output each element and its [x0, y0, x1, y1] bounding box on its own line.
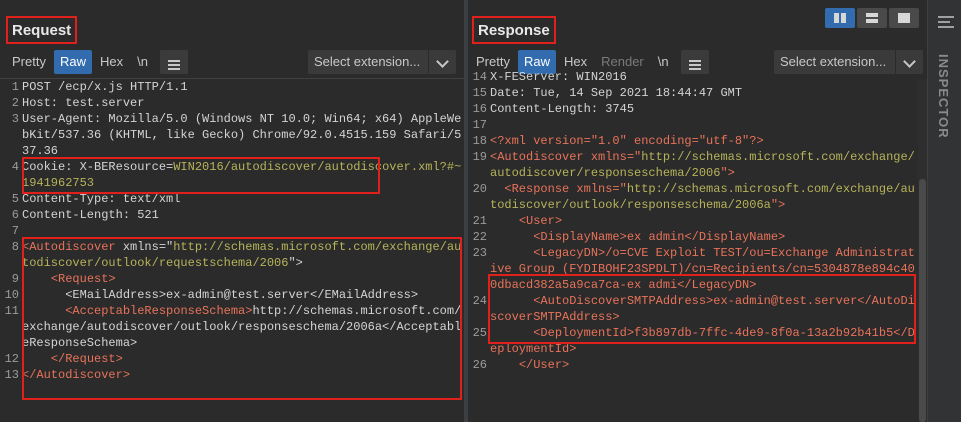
hamburger-icon	[688, 60, 701, 62]
code-line: 22 <DisplayName>ex admin</DisplayName>	[472, 230, 786, 244]
code-line: 7	[11, 224, 19, 238]
tab-pretty[interactable]: Pretty	[6, 50, 52, 74]
code-line: 25 <DeploymentId>f3b897db-7ffc-4de9-8f0a…	[472, 326, 915, 356]
response-pane: Response Pretty Raw Hex Render \n Select…	[468, 0, 927, 422]
request-editor[interactable]: 1 POST /ecp/x.js HTTP/1.1 2 Host: test.ser…	[0, 79, 462, 383]
chevron-down-icon[interactable]	[428, 50, 456, 74]
code-line: 23 <LegacyDN>/o=CVE Exploit TEST/ou=Exch…	[472, 246, 915, 292]
code-line: 21 <User>	[472, 214, 563, 228]
code-line: 5 Content-Type: text/xml	[11, 192, 181, 206]
window-icon	[898, 13, 910, 23]
code-line: 12 </Request>	[4, 352, 123, 366]
stacked-layout-button[interactable]	[857, 8, 887, 28]
scrollbar-thumb[interactable]	[919, 179, 926, 422]
layout-toggle-group	[825, 8, 921, 28]
columns-icon	[841, 13, 846, 23]
code-line: 20 <Response xmlns="http://schemas.micro…	[472, 182, 915, 212]
tab-hex[interactable]: Hex	[94, 50, 129, 74]
code-line: 11 <AcceptableResponseSchema>http://sche…	[4, 304, 462, 350]
extension-select-label: Select extension...	[314, 54, 421, 69]
code-line: 15 Date: Tue, 14 Sep 2021 18:44:47 GMT	[472, 86, 743, 100]
request-pane: Request Pretty Raw Hex \n Select extensi…	[0, 0, 464, 422]
request-view-tabs: Pretty Raw Hex \n	[6, 50, 190, 74]
side-by-side-layout-button[interactable]	[825, 8, 855, 28]
response-title: Response	[472, 16, 556, 44]
tab-newline-toggle[interactable]: \n	[131, 50, 154, 74]
inspector-label[interactable]: INSPECTOR	[936, 54, 951, 139]
code-line: 13 </Autodiscover>	[4, 368, 131, 382]
code-line: 14 X-FEServer: WIN2016	[472, 70, 627, 84]
rows-icon	[866, 13, 878, 17]
request-menu-button[interactable]	[159, 50, 188, 74]
inspector-panel[interactable]: INSPECTOR	[927, 0, 961, 422]
inspector-menu-icon[interactable]	[938, 16, 954, 28]
code-line: 17	[472, 118, 487, 132]
code-line: 24 <AutoDiscoverSMTPAddress>ex-admin@tes…	[472, 294, 915, 324]
hamburger-icon	[167, 60, 180, 62]
response-editor[interactable]: 14 X-FEServer: WIN2016 15 Date: Tue, 14 Se…	[468, 69, 916, 373]
code-line: 8 <Autodiscover xmlns="http://schemas.mic…	[11, 240, 462, 270]
rows-icon	[866, 19, 878, 23]
code-line: 16 Content-Length: 3745	[472, 102, 635, 116]
code-line: 18 <?xml version="1.0" encoding="utf-8"?>	[472, 134, 764, 148]
code-line: 9 <Request>	[11, 272, 116, 286]
columns-icon	[834, 13, 839, 23]
response-scrollbar[interactable]	[918, 79, 927, 422]
code-line: 2 Host: test.server	[11, 96, 145, 110]
code-line: 10 <EMailAddress>ex-admin@test.server</E…	[4, 288, 419, 302]
code-line: 3 User-Agent: Mozilla/5.0 (Windows NT 10.…	[11, 112, 462, 158]
code-line: 6 Content-Length: 521	[11, 208, 159, 222]
code-line: 19 <Autodiscover xmlns="http://schemas.mi…	[472, 150, 915, 180]
code-line: 4 Cookie: X-BEResource=WIN2016/autodiscov…	[11, 160, 462, 190]
code-line: 26 </User>	[472, 358, 570, 372]
single-pane-layout-button[interactable]	[889, 8, 919, 28]
request-extension-select[interactable]: Select extension...	[308, 50, 456, 74]
request-title: Request	[6, 16, 78, 44]
tab-raw[interactable]: Raw	[53, 50, 92, 74]
code-line: 1 POST /ecp/x.js HTTP/1.1	[11, 80, 188, 94]
